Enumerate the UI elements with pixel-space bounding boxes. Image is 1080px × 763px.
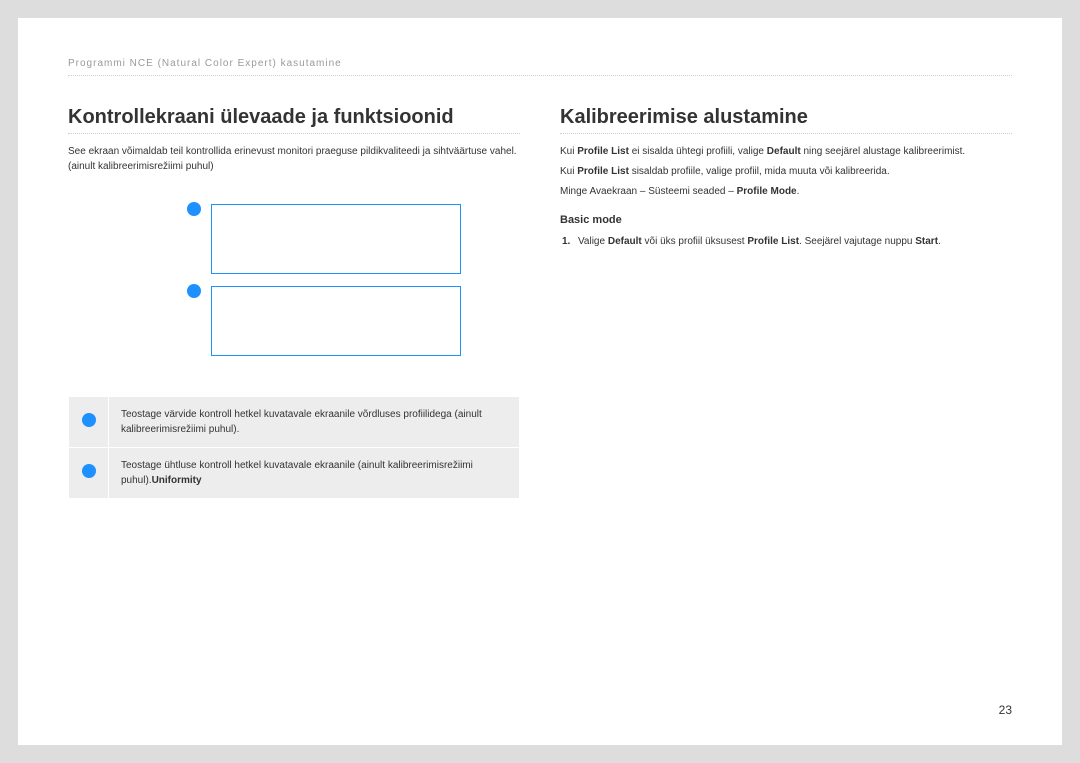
right-title: Kalibreerimise alustamine xyxy=(560,106,1012,134)
diagram xyxy=(68,204,520,356)
text-bold: Default xyxy=(767,146,801,157)
text-part: Kui xyxy=(560,146,577,157)
text-bold: Profile List xyxy=(577,146,629,157)
list-item: 1.Valige Default või üks profiil üksuses… xyxy=(578,234,1012,250)
text-part: Valige xyxy=(578,236,608,247)
right-para-3: Minge Avaekraan – Süsteemi seaded – Prof… xyxy=(560,184,1012,200)
content-columns: Kontrollekraani ülevaade ja funktsioonid… xyxy=(68,106,1012,499)
text-part: . xyxy=(797,186,800,197)
legend-icon-cell xyxy=(69,448,109,499)
diagram-row-1 xyxy=(187,204,461,274)
legend-row: Teostage värvide kontroll hetkel kuvatav… xyxy=(69,397,520,448)
legend-text: Teostage värvide kontroll hetkel kuvatav… xyxy=(109,397,520,448)
left-title: Kontrollekraani ülevaade ja funktsioonid xyxy=(68,106,520,134)
subheading-basic-mode: Basic mode xyxy=(560,214,1012,226)
text-bold: Profile List xyxy=(747,236,799,247)
left-intro: See ekraan võimaldab teil kontrollida er… xyxy=(68,144,520,174)
right-para-2: Kui Profile List sisaldab profiile, vali… xyxy=(560,164,1012,180)
text-part: . Seejärel vajutage nuppu xyxy=(799,236,915,247)
diagram-box xyxy=(211,204,461,274)
page-number: 23 xyxy=(999,703,1012,717)
right-para-1: Kui Profile List ei sisalda ühtegi profi… xyxy=(560,144,1012,160)
text-bold: Profile List xyxy=(577,166,629,177)
text-part: Kui xyxy=(560,166,577,177)
legend-text-bold: Uniformity xyxy=(152,475,202,486)
legend-row: Teostage ühtluse kontroll hetkel kuvatav… xyxy=(69,448,520,499)
page-header: Programmi NCE (Natural Color Expert) kas… xyxy=(68,58,1012,76)
text-bold: Default xyxy=(608,236,642,247)
legend-icon-cell xyxy=(69,397,109,448)
text-part: . xyxy=(938,236,941,247)
diagram-box xyxy=(211,286,461,356)
legend-table: Teostage värvide kontroll hetkel kuvatav… xyxy=(68,396,520,499)
dot-icon xyxy=(82,413,96,427)
right-column: Kalibreerimise alustamine Kui Profile Li… xyxy=(560,106,1012,499)
document-page: Programmi NCE (Natural Color Expert) kas… xyxy=(18,18,1062,745)
diagram-row-2 xyxy=(187,286,461,356)
text-part: sisaldab profiile, valige profiil, mida … xyxy=(629,166,890,177)
text-part: või üks profiil üksusest xyxy=(642,236,748,247)
text-part: ning seejärel alustage kalibreerimist. xyxy=(801,146,966,157)
text-bold: Start xyxy=(915,236,938,247)
text-part: ei sisalda ühtegi profiili, valige xyxy=(629,146,767,157)
dot-icon xyxy=(187,284,201,298)
legend-text: Teostage ühtluse kontroll hetkel kuvatav… xyxy=(109,448,520,499)
text-part: Minge Avaekraan – Süsteemi seaded – xyxy=(560,186,737,197)
numbered-list: 1.Valige Default või üks profiil üksuses… xyxy=(560,234,1012,250)
text-bold: Profile Mode xyxy=(737,186,797,197)
list-number: 1. xyxy=(562,234,578,250)
left-column: Kontrollekraani ülevaade ja funktsioonid… xyxy=(68,106,520,499)
dot-icon xyxy=(82,464,96,478)
dot-icon xyxy=(187,202,201,216)
